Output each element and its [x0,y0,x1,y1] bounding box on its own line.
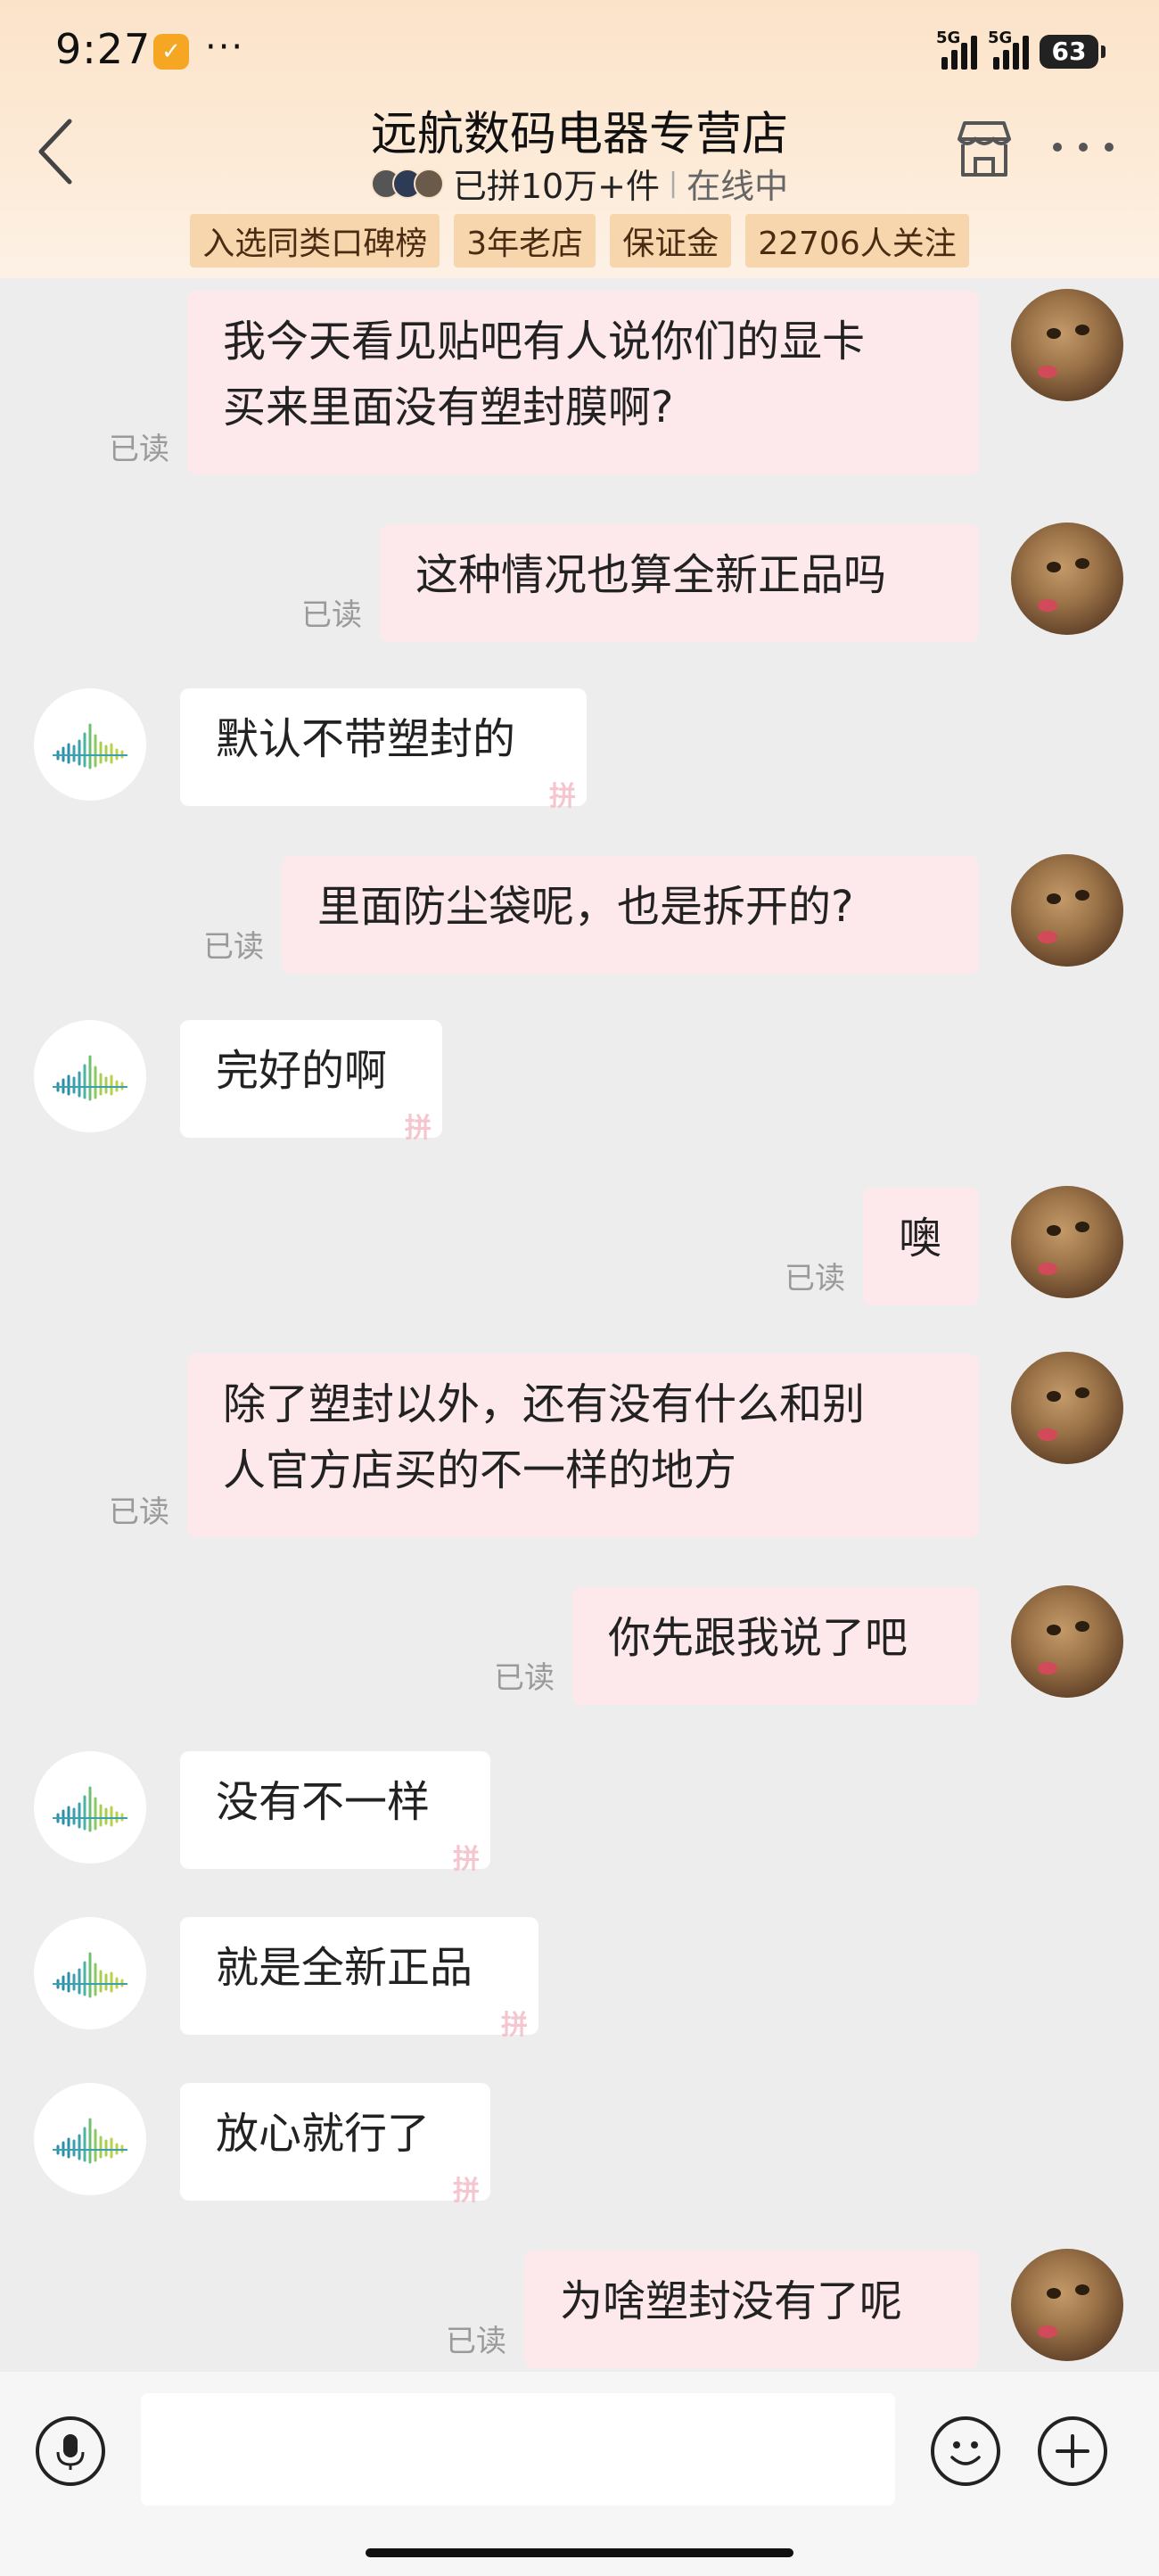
voice-input-button[interactable] [36,2416,105,2486]
pin-watermark-icon: 拼 [405,1113,432,1144]
plus-icon [1056,2434,1089,2468]
online-status: 在线中 [686,167,789,206]
sold-count: 已拼10万+件 [452,167,661,206]
read-receipt: 已读 [109,1494,169,1530]
shop-logo-icon [53,1055,127,1101]
more-actions-button[interactable] [1038,2416,1107,2486]
separator: | [669,168,678,199]
message-bubble[interactable]: 就是全新正品 [180,1917,538,2035]
message-bubble[interactable]: 我今天看见贴吧有人说你们的显卡 买来里面没有塑封膜啊? [187,291,979,474]
message-bubble[interactable]: 默认不带塑封的 [180,688,587,806]
pin-watermark-icon: 拼 [501,2010,528,2041]
my-avatar[interactable] [1011,1352,1123,1464]
microphone-icon [56,2434,85,2470]
shop-logo-icon [53,723,127,770]
shop-avatar[interactable] [34,688,146,801]
shop-avatar[interactable] [34,1751,146,1864]
my-avatar[interactable] [1011,1585,1123,1698]
status-time: 9:27 [55,25,152,73]
notification-app-icon: ✓ [153,34,189,70]
read-receipt: 已读 [446,2324,506,2359]
status-indicators: 5G 5G 63 [936,29,1106,70]
signal-icon-2: 5G [988,29,1029,70]
tag-reputation[interactable]: 入选同类口碑榜 [190,214,440,267]
read-receipt: 已读 [785,1261,845,1296]
pin-watermark-icon: 拼 [453,1844,480,1875]
shop-logo-icon [53,1786,127,1832]
shop-logo-icon [53,2118,127,2164]
chat-header: 9:27 ✓ ··· 5G 5G 63 远航数码电器专营店 已拼10万+件 | … [0,0,1159,278]
pin-watermark-icon: 拼 [549,781,576,812]
my-avatar[interactable] [1011,523,1123,635]
tag-deposit[interactable]: 保证金 [610,214,732,267]
message-bubble[interactable]: 为啥塑封没有了呢 [524,2251,979,2368]
tag-followers[interactable]: 22706人关注 [745,214,969,267]
my-avatar[interactable] [1011,289,1123,401]
shop-avatar[interactable] [34,1020,146,1132]
shop-tags: 入选同类口碑榜 3年老店 保证金 22706人关注 [0,214,1159,267]
more-options-icon[interactable] [1048,134,1118,160]
smiley-icon [950,2441,981,2465]
shop-avatar[interactable] [34,1917,146,2029]
read-receipt: 已读 [494,1660,555,1696]
emoji-button[interactable] [931,2416,1000,2486]
store-icon[interactable] [952,118,1016,180]
home-indicator[interactable] [366,2548,793,2557]
buyer-avatars [370,168,444,199]
shop-logo-icon [53,1952,127,1998]
my-avatar[interactable] [1011,854,1123,967]
tag-shop-age[interactable]: 3年老店 [454,214,596,267]
message-bubble[interactable]: 放心就行了 [180,2083,490,2201]
read-receipt: 已读 [109,432,169,467]
message-bubble[interactable]: 这种情况也算全新正品吗 [380,524,979,642]
message-bubble[interactable]: 没有不一样 [180,1751,490,1869]
my-avatar[interactable] [1011,1186,1123,1298]
battery-icon: 63 [1040,35,1106,69]
message-bubble[interactable]: 你先跟我说了吧 [572,1587,979,1705]
status-more-icon: ··· [205,27,245,68]
message-input[interactable] [141,2393,895,2506]
read-receipt: 已读 [301,597,362,633]
message-bubble[interactable]: 除了塑封以外，还有没有什么和别 人官方店买的不一样的地方 [187,1354,979,1537]
message-bubble[interactable]: 里面防尘袋呢，也是拆开的? [282,856,979,974]
shop-avatar[interactable] [34,2083,146,2195]
read-receipt: 已读 [203,929,264,965]
pin-watermark-icon: 拼 [453,2176,480,2207]
signal-icon: 5G [936,29,977,70]
message-bubble[interactable]: 完好的啊 [180,1020,442,1138]
message-bubble[interactable]: 噢 [863,1188,979,1305]
input-bar [0,2372,1159,2576]
my-avatar[interactable] [1011,2249,1123,2361]
